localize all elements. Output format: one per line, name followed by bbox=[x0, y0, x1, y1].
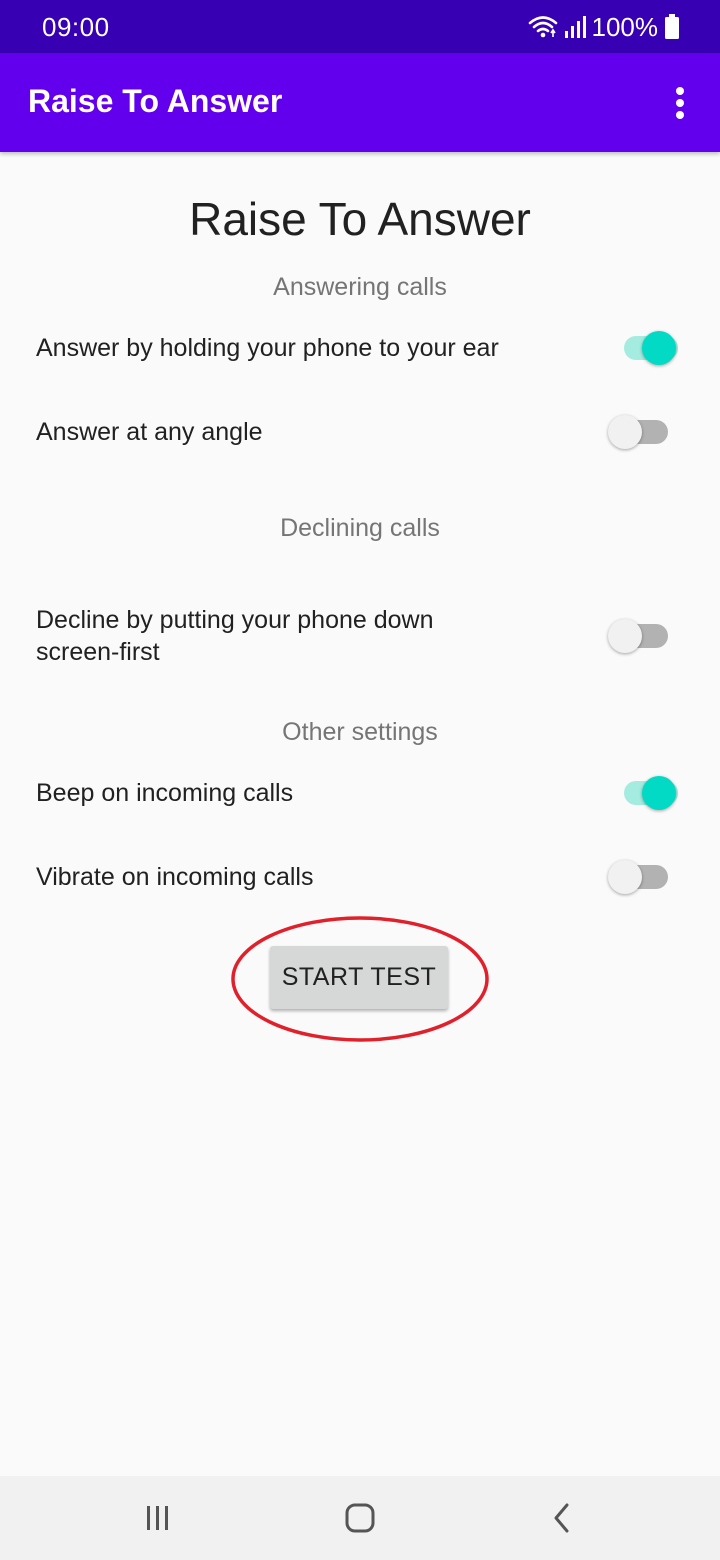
setting-answer-ear[interactable]: Answer by holding your phone to your ear bbox=[36, 331, 686, 366]
status-icons: 100% bbox=[528, 10, 681, 44]
section-header-answering: Answering calls bbox=[273, 273, 447, 301]
answer-ear-switch[interactable] bbox=[618, 328, 678, 368]
start-test-button[interactable]: START TEST bbox=[270, 946, 448, 1009]
signal-icon bbox=[564, 15, 586, 39]
home-icon[interactable] bbox=[340, 1498, 380, 1538]
app-bar: Raise To Answer bbox=[0, 53, 720, 152]
back-icon[interactable] bbox=[542, 1498, 582, 1538]
battery-icon bbox=[664, 14, 680, 40]
recent-apps-icon[interactable] bbox=[138, 1498, 178, 1538]
vibrate-switch[interactable] bbox=[608, 857, 668, 897]
setting-vibrate[interactable]: Vibrate on incoming calls bbox=[36, 860, 686, 895]
setting-label: Vibrate on incoming calls bbox=[36, 863, 314, 891]
status-time: 09:00 bbox=[42, 12, 110, 42]
status-bar: 09:00 100% bbox=[0, 0, 720, 53]
setting-answer-any-angle[interactable]: Answer at any angle bbox=[36, 415, 686, 450]
page-title: Raise To Answer bbox=[189, 193, 531, 245]
section-header-other: Other settings bbox=[282, 718, 438, 746]
setting-label: Answer at any angle bbox=[36, 418, 263, 446]
decline-screen-first-switch[interactable] bbox=[608, 616, 668, 656]
beep-switch[interactable] bbox=[618, 773, 678, 813]
navigation-bar bbox=[0, 1476, 720, 1560]
setting-decline-screen-first[interactable]: Decline by putting your phone down scree… bbox=[36, 604, 686, 670]
battery-text: 100% bbox=[591, 11, 659, 42]
setting-label: Beep on incoming calls bbox=[36, 779, 294, 807]
answer-any-angle-switch[interactable] bbox=[608, 412, 668, 452]
setting-label: Answer by holding your phone to your ear bbox=[36, 334, 499, 362]
setting-label: Decline by putting your phone down scree… bbox=[36, 606, 434, 666]
overflow-menu-icon[interactable] bbox=[662, 83, 698, 123]
wifi-icon bbox=[528, 14, 558, 40]
app-bar-title: Raise To Answer bbox=[28, 83, 283, 119]
section-header-declining: Declining calls bbox=[280, 514, 440, 542]
setting-beep[interactable]: Beep on incoming calls bbox=[36, 776, 686, 811]
